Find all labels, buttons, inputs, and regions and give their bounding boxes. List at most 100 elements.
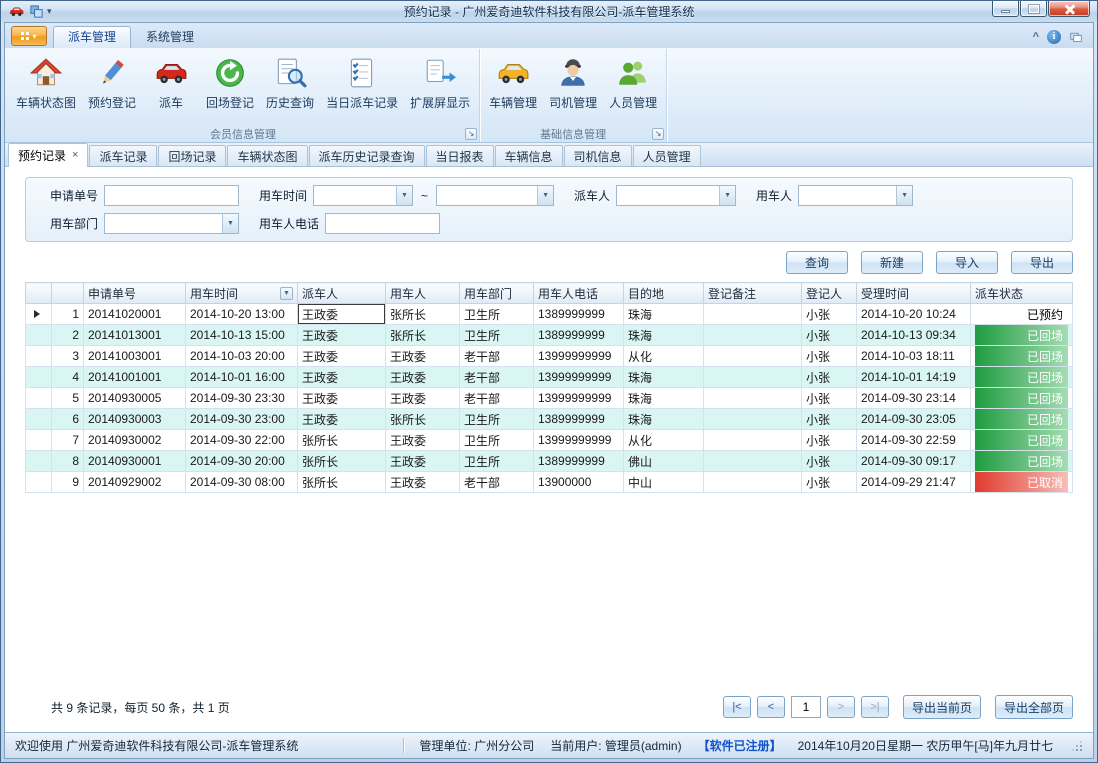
ribbon-button-车辆管理[interactable]: 车辆管理 [483, 52, 543, 114]
ribbon-button-人员管理[interactable]: 人员管理 [603, 52, 663, 114]
row-indicator [26, 388, 52, 409]
quick-access-dropdown-icon[interactable]: ▾ [47, 6, 52, 17]
ribbon-tab-系统管理[interactable]: 系统管理 [131, 26, 209, 48]
chevron-down-icon[interactable]: ▼ [719, 186, 735, 205]
column-header-登记备注[interactable]: 登记备注 [704, 283, 802, 304]
department-select[interactable]: ▼ [104, 213, 239, 234]
application-menu-button[interactable]: ▾ [11, 26, 47, 46]
column-header-申请单号[interactable]: 申请单号 [84, 283, 186, 304]
cell-dest: 珠海 [624, 388, 704, 409]
last-page-button[interactable]: >| [861, 696, 889, 718]
ribbon-button-司机管理[interactable]: 司机管理 [543, 52, 603, 114]
cell-no: 9 [52, 472, 84, 493]
document-tab-车辆信息[interactable]: 车辆信息 [495, 145, 563, 166]
collapse-ribbon-icon[interactable]: ^ [1033, 31, 1039, 43]
chevron-down-icon[interactable]: ▼ [537, 186, 553, 205]
document-tab-司机信息[interactable]: 司机信息 [564, 145, 632, 166]
close-tab-icon[interactable]: × [72, 150, 78, 161]
cell-note [704, 430, 802, 451]
dialog-launcher-icon[interactable]: ↘ [652, 128, 664, 140]
import-button[interactable]: 导入 [936, 251, 998, 274]
table-row[interactable]: 9201409290022014-09-30 08:00张所长王政委老干部139… [26, 472, 1073, 493]
first-page-button[interactable]: |< [723, 696, 751, 718]
resize-grip-icon[interactable] [1069, 739, 1083, 753]
status-badge: 已回场 [975, 430, 1068, 450]
info-icon[interactable]: i [1047, 30, 1061, 44]
cell-user: 王政委 [386, 430, 460, 451]
ribbon-button-历史查询[interactable]: 历史查询 [260, 52, 320, 114]
phone-input[interactable] [325, 213, 440, 234]
column-header-用车人[interactable]: 用车人 [386, 283, 460, 304]
column-header-派车人[interactable]: 派车人 [298, 283, 386, 304]
cell-dispatcher: 王政委 [298, 346, 386, 367]
export-button[interactable]: 导出 [1011, 251, 1073, 274]
close-button[interactable] [1048, 1, 1090, 17]
table-row[interactable]: 8201409300012014-09-30 20:00张所长王政委卫生所138… [26, 451, 1073, 472]
prev-page-button[interactable]: < [757, 696, 785, 718]
cell-dept: 老干部 [460, 367, 534, 388]
records-table[interactable]: 申请单号用车时间▼派车人用车人用车部门用车人电话目的地登记备注登记人受理时间派车… [25, 282, 1073, 493]
document-tab-当日报表[interactable]: 当日报表 [426, 145, 494, 166]
cell-registrar: 小张 [802, 409, 857, 430]
request-no-input[interactable] [104, 185, 239, 206]
use-time-to-select[interactable]: ▼ [436, 185, 554, 206]
column-header-用车人电话[interactable]: 用车人电话 [534, 283, 624, 304]
table-row[interactable]: 7201409300022014-09-30 22:00张所长王政委卫生所139… [26, 430, 1073, 451]
column-header-受理时间[interactable]: 受理时间 [857, 283, 971, 304]
cell-note [704, 367, 802, 388]
column-header-用车部门[interactable]: 用车部门 [460, 283, 534, 304]
cell-dept: 卫生所 [460, 430, 534, 451]
ribbon-button-label: 当日派车记录 [326, 94, 398, 111]
document-tab-派车记录[interactable]: 派车记录 [89, 145, 157, 166]
export-current-page-button[interactable]: 导出当前页 [903, 695, 981, 719]
maximize-button[interactable] [1020, 1, 1047, 17]
page-number-input[interactable] [791, 696, 821, 718]
document-tab-车辆状态图[interactable]: 车辆状态图 [227, 145, 307, 166]
table-row[interactable]: 6201409300032014-09-30 23:00王政委张所长卫生所138… [26, 409, 1073, 430]
table-row[interactable]: 3201410030012014-10-03 20:00王政委王政委老干部139… [26, 346, 1073, 367]
dispatch-status-cell: 已回场 [971, 346, 1073, 367]
chevron-down-icon[interactable]: ▼ [396, 186, 412, 205]
next-page-button[interactable]: > [827, 696, 855, 718]
column-header-登记人[interactable]: 登记人 [802, 283, 857, 304]
table-row[interactable]: 1201410200012014-10-20 13:00王政委张所长卫生所138… [26, 304, 1073, 325]
ribbon-button-派车[interactable]: 派车 [142, 52, 200, 114]
export-all-pages-button[interactable]: 导出全部页 [995, 695, 1073, 719]
car-user-select[interactable]: ▼ [798, 185, 913, 206]
dialog-launcher-icon[interactable]: ↘ [465, 128, 477, 140]
ribbon-button-当日派车记录[interactable]: 当日派车记录 [320, 52, 404, 114]
layers-icon[interactable] [29, 4, 44, 19]
license-link[interactable]: 【软件已注册】 [698, 737, 782, 754]
table-row[interactable]: 2201410130012014-10-13 15:00王政委张所长卫生所138… [26, 325, 1073, 346]
document-tab-预约记录[interactable]: 预约记录× [8, 143, 88, 167]
chevron-down-icon[interactable]: ▼ [896, 186, 912, 205]
cell-time: 2014-10-20 13:00 [186, 304, 298, 325]
record-summary: 共 9 条记录，每页 50 条，共 1 页 [25, 699, 230, 716]
cell-order: 20141020001 [84, 304, 186, 325]
dispatch-status-cell: 已取消 [971, 472, 1073, 493]
column-header-用车时间[interactable]: 用车时间▼ [186, 283, 298, 304]
chevron-down-icon[interactable]: ▼ [222, 214, 238, 233]
ribbon-button-车辆状态图[interactable]: 车辆状态图 [10, 52, 82, 114]
column-filter-icon[interactable]: ▼ [280, 287, 293, 300]
table-row[interactable]: 5201409300052014-09-30 23:30王政委王政委老干部139… [26, 388, 1073, 409]
table-row[interactable]: 4201410010012014-10-01 16:00王政委王政委老干部139… [26, 367, 1073, 388]
window-switch-icon[interactable] [1069, 31, 1083, 43]
cell-time: 2014-09-30 23:00 [186, 409, 298, 430]
use-time-from-select[interactable]: ▼ [313, 185, 413, 206]
column-header-目的地[interactable]: 目的地 [624, 283, 704, 304]
dispatcher-select[interactable]: ▼ [616, 185, 736, 206]
cell-dept: 老干部 [460, 472, 534, 493]
ribbon-button-回场登记[interactable]: 回场登记 [200, 52, 260, 114]
column-header-派车状态[interactable]: 派车状态 [971, 283, 1073, 304]
new-button[interactable]: 新建 [861, 251, 923, 274]
ribbon-button-扩展屏显示[interactable]: 扩展屏显示 [404, 52, 476, 114]
document-tab-派车历史记录查询[interactable]: 派车历史记录查询 [309, 145, 425, 166]
ribbon-button-预约登记[interactable]: 预约登记 [82, 52, 142, 114]
minimize-button[interactable] [992, 1, 1019, 17]
document-tab-回场记录[interactable]: 回场记录 [158, 145, 226, 166]
dispatch-status-cell: 已预约 [971, 304, 1073, 325]
ribbon-tab-派车管理[interactable]: 派车管理 [53, 26, 131, 48]
document-tab-人员管理[interactable]: 人员管理 [633, 145, 701, 166]
query-button[interactable]: 查询 [786, 251, 848, 274]
